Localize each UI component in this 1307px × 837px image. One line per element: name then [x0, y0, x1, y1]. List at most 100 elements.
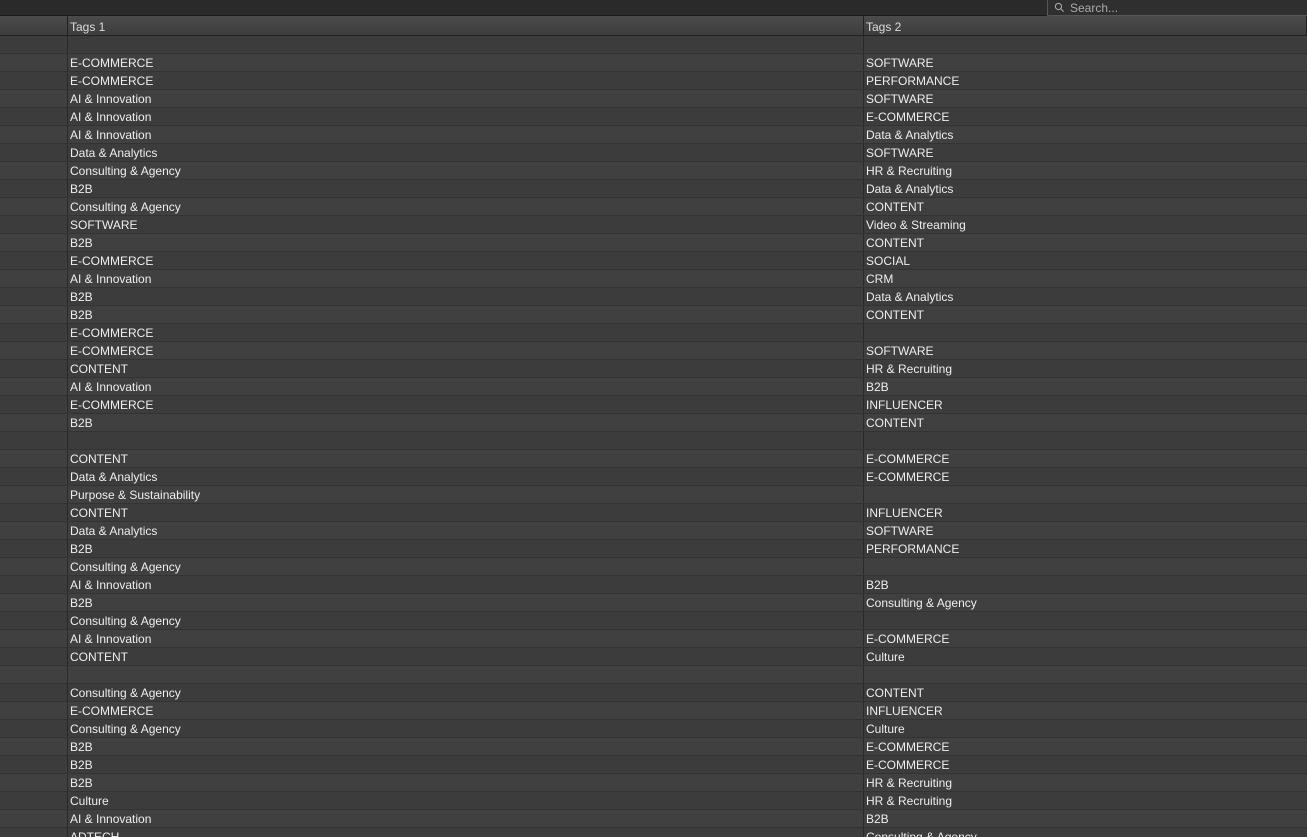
table-row[interactable]: AI & InnovationData & Analytics: [0, 126, 1307, 144]
cell-tags2[interactable]: CRM: [864, 270, 1307, 287]
cell-tags1[interactable]: B2B: [68, 756, 864, 773]
cell-tags1[interactable]: B2B: [68, 306, 864, 323]
cell-tags2[interactable]: [864, 36, 1307, 53]
cell-tags1[interactable]: Consulting & Agency: [68, 612, 864, 629]
table-row[interactable]: B2BE-COMMERCE: [0, 738, 1307, 756]
table-row[interactable]: CultureHR & Recruiting: [0, 792, 1307, 810]
cell-tags1[interactable]: AI & Innovation: [68, 90, 864, 107]
table-row[interactable]: AI & InnovationB2B: [0, 810, 1307, 828]
cell-tags1[interactable]: E-COMMERCE: [68, 324, 864, 341]
cell-tags2[interactable]: Culture: [864, 720, 1307, 737]
table-row[interactable]: E-COMMERCESOFTWARE: [0, 342, 1307, 360]
cell-tags2[interactable]: SOFTWARE: [864, 144, 1307, 161]
cell-tags2[interactable]: [864, 558, 1307, 575]
cell-tags1[interactable]: B2B: [68, 594, 864, 611]
cell-tags1[interactable]: Consulting & Agency: [68, 162, 864, 179]
table-row[interactable]: Consulting & AgencyCONTENT: [0, 684, 1307, 702]
table-row[interactable]: Consulting & AgencyHR & Recruiting: [0, 162, 1307, 180]
cell-tags2[interactable]: [864, 324, 1307, 341]
cell-tags2[interactable]: [864, 432, 1307, 449]
table-row[interactable]: B2BConsulting & Agency: [0, 594, 1307, 612]
cell-tags2[interactable]: Video & Streaming: [864, 216, 1307, 233]
cell-tags2[interactable]: INFLUENCER: [864, 396, 1307, 413]
table-row[interactable]: B2BCONTENT: [0, 414, 1307, 432]
cell-tags1[interactable]: B2B: [68, 414, 864, 431]
cell-tags1[interactable]: Purpose & Sustainability: [68, 486, 864, 503]
table-row[interactable]: E-COMMERCESOCIAL: [0, 252, 1307, 270]
cell-tags1[interactable]: AI & Innovation: [68, 378, 864, 395]
table-row[interactable]: Purpose & Sustainability: [0, 486, 1307, 504]
cell-tags2[interactable]: CONTENT: [864, 684, 1307, 701]
cell-tags1[interactable]: Culture: [68, 792, 864, 809]
cell-tags1[interactable]: B2B: [68, 774, 864, 791]
cell-tags1[interactable]: CONTENT: [68, 450, 864, 467]
cell-tags2[interactable]: E-COMMERCE: [864, 450, 1307, 467]
table-row[interactable]: CONTENTCulture: [0, 648, 1307, 666]
cell-tags1[interactable]: AI & Innovation: [68, 810, 864, 827]
cell-tags1[interactable]: AI & Innovation: [68, 270, 864, 287]
cell-tags2[interactable]: Consulting & Agency: [864, 828, 1307, 837]
cell-tags2[interactable]: PERFORMANCE: [864, 72, 1307, 89]
table-row[interactable]: B2BData & Analytics: [0, 180, 1307, 198]
cell-tags1[interactable]: AI & Innovation: [68, 108, 864, 125]
cell-tags1[interactable]: B2B: [68, 738, 864, 755]
cell-tags2[interactable]: E-COMMERCE: [864, 630, 1307, 647]
cell-tags1[interactable]: Consulting & Agency: [68, 558, 864, 575]
cell-tags1[interactable]: AI & Innovation: [68, 630, 864, 647]
table-row[interactable]: AI & InnovationE-COMMERCE: [0, 630, 1307, 648]
cell-tags2[interactable]: B2B: [864, 810, 1307, 827]
table-row[interactable]: E-COMMERCESOFTWARE: [0, 54, 1307, 72]
cell-tags2[interactable]: SOFTWARE: [864, 90, 1307, 107]
cell-tags2[interactable]: Data & Analytics: [864, 288, 1307, 305]
table-row[interactable]: AI & InnovationB2B: [0, 378, 1307, 396]
cell-tags2[interactable]: CONTENT: [864, 414, 1307, 431]
table-row[interactable]: Consulting & Agency: [0, 558, 1307, 576]
cell-tags2[interactable]: E-COMMERCE: [864, 756, 1307, 773]
table-row[interactable]: E-COMMERCEINFLUENCER: [0, 396, 1307, 414]
cell-tags1[interactable]: E-COMMERCE: [68, 54, 864, 71]
table-row[interactable]: B2BCONTENT: [0, 306, 1307, 324]
table-row[interactable]: Data & AnalyticsE-COMMERCE: [0, 468, 1307, 486]
cell-tags2[interactable]: E-COMMERCE: [864, 108, 1307, 125]
cell-tags1[interactable]: [68, 432, 864, 449]
table-row[interactable]: E-COMMERCEPERFORMANCE: [0, 72, 1307, 90]
cell-tags2[interactable]: INFLUENCER: [864, 702, 1307, 719]
cell-tags2[interactable]: CONTENT: [864, 306, 1307, 323]
table-row[interactable]: AI & InnovationCRM: [0, 270, 1307, 288]
column-header-tags1[interactable]: Tags 1: [68, 16, 864, 35]
cell-tags1[interactable]: Consulting & Agency: [68, 720, 864, 737]
table-row[interactable]: ADTECHConsulting & Agency: [0, 828, 1307, 837]
cell-tags2[interactable]: B2B: [864, 378, 1307, 395]
cell-tags2[interactable]: PERFORMANCE: [864, 540, 1307, 557]
table-row[interactable]: CONTENTINFLUENCER: [0, 504, 1307, 522]
cell-tags1[interactable]: E-COMMERCE: [68, 702, 864, 719]
cell-tags2[interactable]: SOFTWARE: [864, 522, 1307, 539]
table-row[interactable]: E-COMMERCEINFLUENCER: [0, 702, 1307, 720]
cell-tags2[interactable]: SOFTWARE: [864, 342, 1307, 359]
cell-tags2[interactable]: CONTENT: [864, 234, 1307, 251]
table-row[interactable]: AI & InnovationSOFTWARE: [0, 90, 1307, 108]
cell-tags2[interactable]: INFLUENCER: [864, 504, 1307, 521]
table-row[interactable]: CONTENTHR & Recruiting: [0, 360, 1307, 378]
table-row[interactable]: [0, 36, 1307, 54]
cell-tags1[interactable]: [68, 666, 864, 683]
cell-tags2[interactable]: E-COMMERCE: [864, 738, 1307, 755]
table-row[interactable]: E-COMMERCE: [0, 324, 1307, 342]
table-row[interactable]: [0, 666, 1307, 684]
table-row[interactable]: B2BPERFORMANCE: [0, 540, 1307, 558]
cell-tags2[interactable]: B2B: [864, 576, 1307, 593]
table-row[interactable]: B2BCONTENT: [0, 234, 1307, 252]
cell-tags1[interactable]: Consulting & Agency: [68, 684, 864, 701]
cell-tags2[interactable]: HR & Recruiting: [864, 792, 1307, 809]
table-row[interactable]: Data & AnalyticsSOFTWARE: [0, 522, 1307, 540]
table-row[interactable]: [0, 432, 1307, 450]
cell-tags1[interactable]: Data & Analytics: [68, 522, 864, 539]
search-input[interactable]: [1070, 1, 1301, 15]
cell-tags2[interactable]: HR & Recruiting: [864, 162, 1307, 179]
cell-tags1[interactable]: E-COMMERCE: [68, 72, 864, 89]
cell-tags1[interactable]: E-COMMERCE: [68, 252, 864, 269]
table-row[interactable]: B2BData & Analytics: [0, 288, 1307, 306]
cell-tags2[interactable]: [864, 486, 1307, 503]
table-row[interactable]: Consulting & Agency: [0, 612, 1307, 630]
cell-tags2[interactable]: Consulting & Agency: [864, 594, 1307, 611]
